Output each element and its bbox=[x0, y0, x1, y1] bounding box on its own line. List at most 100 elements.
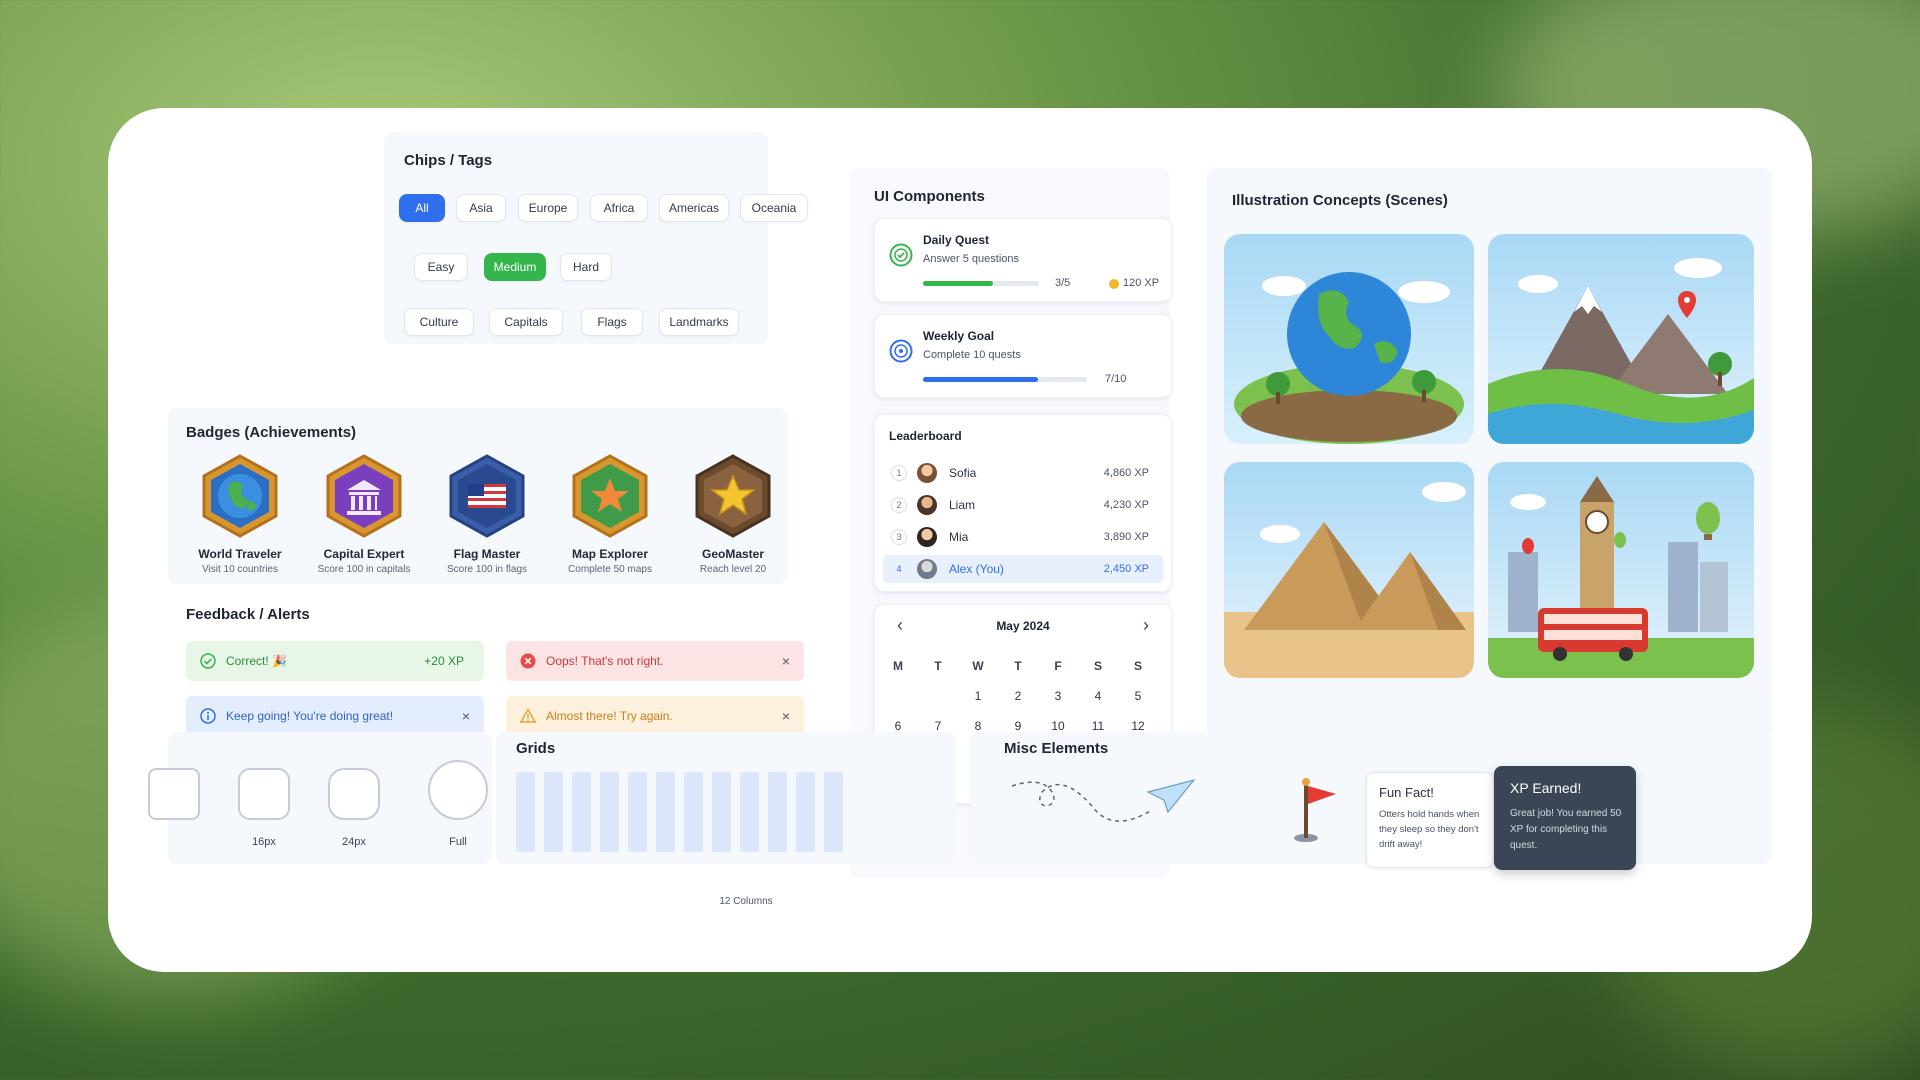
leaderboard-card: Leaderboard 1 Sofia 4,860 XP 2 Liam 4,23… bbox=[874, 414, 1172, 592]
mountain-valley-illustration bbox=[1488, 258, 1754, 444]
chip-topic-culture[interactable]: Culture bbox=[404, 308, 474, 336]
calendar-weekday: S bbox=[1093, 659, 1102, 673]
badge-desc: Score 100 in flags bbox=[446, 564, 528, 575]
badge-geomaster: GeoMaster Reach level 20 bbox=[673, 454, 793, 575]
leaderboard-row[interactable]: 1 Sofia 4,860 XP bbox=[883, 459, 1163, 487]
close-icon[interactable]: × bbox=[782, 653, 790, 669]
warning-triangle-icon bbox=[520, 708, 536, 723]
weekly-goal-progress-text: 7/10 bbox=[1105, 373, 1127, 385]
showcase-card: Chips / Tags All Asia Europe Africa Amer… bbox=[108, 108, 1812, 972]
close-icon[interactable]: × bbox=[782, 708, 790, 724]
chevron-right-icon[interactable]: › bbox=[1143, 615, 1149, 636]
radius-sample-24px bbox=[328, 768, 380, 820]
leaderboard-name: Mia bbox=[949, 530, 969, 544]
badge-name: World Traveler bbox=[198, 547, 282, 561]
leaderboard-rank: 1 bbox=[891, 465, 907, 481]
star-icon bbox=[695, 454, 771, 538]
badge-desc: Reach level 20 bbox=[699, 564, 767, 575]
chip-difficulty-hard[interactable]: Hard bbox=[560, 253, 612, 281]
close-icon[interactable]: × bbox=[462, 708, 470, 724]
xp-earned-title: XP Earned! bbox=[1510, 780, 1582, 796]
chip-difficulty-easy[interactable]: Easy bbox=[414, 253, 468, 281]
xp-earned-toast: XP Earned! Great job! You earned 50 XP f… bbox=[1494, 766, 1636, 870]
fun-fact-text: Otters hold hands when they sleep so the… bbox=[1379, 809, 1480, 850]
radius-sample-partial bbox=[148, 768, 200, 820]
chip-region-europe[interactable]: Europe bbox=[518, 194, 578, 222]
scene-london-city bbox=[1488, 462, 1754, 678]
grids-title: Grids bbox=[516, 740, 556, 757]
chip-region-all[interactable]: All bbox=[399, 194, 445, 222]
calendar-day[interactable]: 5 bbox=[1123, 685, 1153, 707]
chip-region-africa[interactable]: Africa bbox=[590, 194, 648, 222]
chips-title: Chips / Tags bbox=[404, 152, 493, 169]
badge-desc: Score 100 in capitals bbox=[317, 564, 411, 575]
leaderboard-row[interactable]: 3 Mia 3,890 XP bbox=[883, 523, 1163, 551]
grid-column bbox=[768, 772, 787, 852]
ui-components-title: UI Components bbox=[874, 188, 985, 205]
scene-pyramids bbox=[1224, 462, 1474, 678]
calendar-day[interactable]: 1 bbox=[963, 685, 993, 707]
leaderboard-title: Leaderboard bbox=[889, 429, 962, 443]
alert-info: Keep going! You're doing great! × bbox=[186, 696, 484, 736]
grid-column bbox=[544, 772, 563, 852]
badge-desc: Complete 50 maps bbox=[568, 564, 652, 575]
globe-icon bbox=[202, 454, 278, 538]
daily-quest-reward: 120 XP bbox=[1123, 277, 1160, 289]
radius-sample-full bbox=[428, 760, 488, 820]
leaderboard-xp: 2,450 XP bbox=[1103, 563, 1149, 575]
xp-earned-text: Great job! You earned 50 XP for completi… bbox=[1510, 808, 1622, 851]
capitol-building-icon bbox=[326, 454, 402, 538]
daily-quest-progress-text: 3/5 bbox=[1055, 277, 1071, 289]
chip-topic-flags[interactable]: Flags bbox=[581, 308, 643, 336]
calendar-day[interactable]: 2 bbox=[1003, 685, 1033, 707]
globe-island-illustration bbox=[1234, 272, 1464, 444]
target-icon bbox=[889, 339, 913, 363]
leaderboard-row-current-user[interactable]: 4 Alex (You) 2,450 XP bbox=[883, 555, 1163, 583]
paper-plane-path-icon bbox=[1011, 778, 1196, 822]
avatar bbox=[917, 527, 937, 547]
badge-name: Flag Master bbox=[453, 547, 521, 561]
radius-label-24px: 24px bbox=[342, 836, 366, 848]
chip-topic-landmarks[interactable]: Landmarks bbox=[659, 308, 739, 336]
alert-success-reward: +20 XP bbox=[424, 654, 464, 668]
flag-icon bbox=[449, 454, 525, 538]
daily-quest-progress-track bbox=[923, 281, 1039, 286]
grids-caption: 12 Columns bbox=[719, 896, 773, 907]
leaderboard-row[interactable]: 2 Liam 4,230 XP bbox=[883, 491, 1163, 519]
badge-name: Map Explorer bbox=[571, 547, 649, 561]
coin-icon bbox=[1109, 279, 1119, 289]
chip-region-asia[interactable]: Asia bbox=[456, 194, 506, 222]
leaderboard-name: Liam bbox=[949, 498, 976, 512]
weekly-goal-card[interactable]: Weekly Goal Complete 10 quests 7/10 bbox=[874, 314, 1172, 398]
chip-region-americas[interactable]: Americas bbox=[659, 194, 729, 222]
daily-quest-title: Daily Quest bbox=[923, 233, 990, 247]
calendar-day[interactable]: 4 bbox=[1083, 685, 1113, 707]
daily-quest-card[interactable]: Daily Quest Answer 5 questions 3/5 120 X… bbox=[874, 218, 1172, 302]
leaderboard-xp: 3,890 XP bbox=[1103, 531, 1149, 543]
leaderboard-rank: 2 bbox=[891, 497, 907, 513]
grid-column bbox=[628, 772, 647, 852]
calendar-weekday: M bbox=[893, 659, 903, 673]
fun-fact-title: Fun Fact! bbox=[1379, 785, 1434, 800]
info-circle-icon bbox=[200, 708, 216, 724]
alert-error-text: Oops! That's not right. bbox=[546, 654, 664, 668]
grid-column bbox=[824, 772, 843, 852]
chip-topic-capitals[interactable]: Capitals bbox=[489, 308, 563, 336]
badge-flag-master: Flag Master Score 100 in flags bbox=[427, 454, 547, 575]
calendar-month: May 2024 bbox=[996, 619, 1050, 633]
radius-label-full: Full bbox=[449, 836, 467, 848]
illustrations-title: Illustration Concepts (Scenes) bbox=[1232, 192, 1448, 209]
alert-warning-text: Almost there! Try again. bbox=[546, 709, 673, 723]
alert-info-text: Keep going! You're doing great! bbox=[226, 709, 394, 723]
avatar bbox=[917, 495, 937, 515]
leaderboard-xp: 4,860 XP bbox=[1103, 467, 1149, 479]
error-circle-icon bbox=[520, 653, 536, 669]
weekly-goal-subtitle: Complete 10 quests bbox=[923, 349, 1021, 361]
weekly-goal-progress-track bbox=[923, 377, 1087, 382]
calendar-day[interactable]: 3 bbox=[1043, 685, 1073, 707]
scene-mountain-valley bbox=[1488, 234, 1754, 444]
chip-region-oceania[interactable]: Oceania bbox=[740, 194, 808, 222]
chip-difficulty-medium[interactable]: Medium bbox=[484, 253, 546, 281]
badge-name: Capital Expert bbox=[323, 547, 405, 561]
grid-column bbox=[600, 772, 619, 852]
